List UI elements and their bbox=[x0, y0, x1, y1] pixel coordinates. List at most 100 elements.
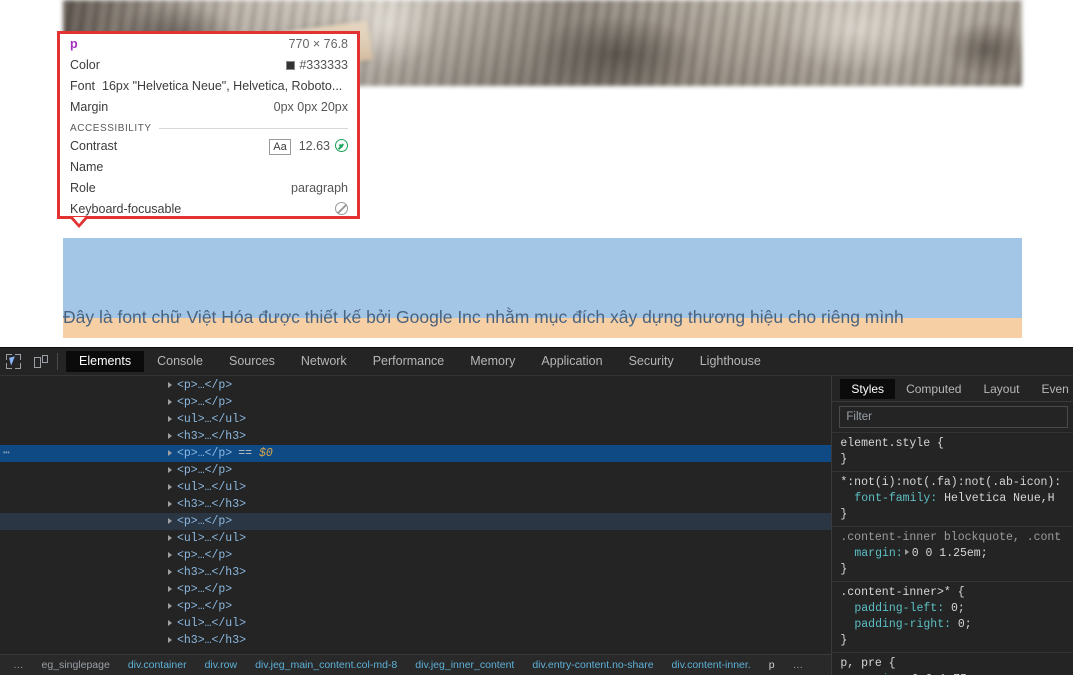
breadcrumb-item[interactable]: … bbox=[4, 659, 33, 671]
expand-triangle-icon[interactable] bbox=[168, 501, 172, 507]
expand-triangle-icon[interactable] bbox=[168, 603, 172, 609]
tab-application[interactable]: Application bbox=[528, 351, 615, 372]
devtools-body: <p>…</p> <p>…</p> <ul>…</ul> <h3>…</h3> ⋯ <p>… bbox=[0, 376, 1073, 675]
expand-triangle-icon[interactable] bbox=[168, 382, 172, 388]
tooltip-keyboard-row: Keyboard-focusable bbox=[60, 199, 357, 220]
expand-triangle-icon[interactable] bbox=[168, 416, 172, 422]
contrast-ratio: 12.63 bbox=[298, 139, 330, 153]
tooltip-margin-row: Margin 0px 0px 20px bbox=[60, 97, 357, 118]
dom-tree-row[interactable]: <h3>…</h3> bbox=[0, 428, 831, 445]
dom-tree-row[interactable]: ⋯ <p>…</p> == $0 bbox=[0, 445, 832, 462]
tooltip-color-row: Color #333333 bbox=[60, 55, 357, 76]
inspect-element-button[interactable] bbox=[0, 349, 27, 375]
declaration-property: padding-left: bbox=[854, 602, 945, 615]
tab-memory[interactable]: Memory bbox=[457, 351, 528, 372]
style-declaration[interactable]: margin: 0 0 1.25em; bbox=[840, 546, 1073, 562]
style-declaration[interactable]: padding-right: 0; bbox=[840, 617, 1073, 633]
dom-tree-row[interactable]: <ul>…</ul> bbox=[0, 530, 831, 547]
dom-tree-row[interactable]: <ul>…</ul> bbox=[0, 615, 831, 632]
style-rule-close-brace: } bbox=[840, 508, 848, 521]
dom-tree-row[interactable]: <p>…</p> bbox=[0, 394, 831, 411]
tab-styles[interactable]: Styles bbox=[840, 378, 896, 399]
toolbar-divider bbox=[57, 353, 58, 370]
tab-sources[interactable]: Sources bbox=[216, 351, 288, 372]
tab-network[interactable]: Network bbox=[288, 351, 360, 372]
expand-shorthand-icon[interactable] bbox=[904, 549, 909, 555]
breadcrumb-item[interactable]: div.entry-content.no-share bbox=[523, 659, 662, 671]
style-rule-selector: *:not(i):not(.fa):not(.ab-icon): bbox=[840, 476, 1062, 489]
tab-lighthouse[interactable]: Lighthouse bbox=[687, 351, 774, 372]
style-rule-block[interactable]: p, pre {margin:0 0 1.75em;text-rendering… bbox=[832, 652, 1073, 675]
breadcrumb-item[interactable]: div.jeg_main_content.col-md-8 bbox=[246, 659, 406, 671]
contrast-value-wrap: Aa 12.63 bbox=[269, 137, 348, 156]
not-allowed-icon bbox=[335, 202, 348, 215]
style-rule-block[interactable]: .content-inner blockquote, .cont margin: 0… bbox=[832, 526, 1073, 581]
expand-triangle-icon[interactable] bbox=[168, 518, 172, 524]
style-rule-block[interactable]: .content-inner>* {padding-left: 0; paddin… bbox=[832, 581, 1073, 652]
dom-tree-row[interactable]: <ul>…</ul> bbox=[0, 411, 831, 428]
dom-tree-row[interactable]: <h3>…</h3> bbox=[0, 496, 831, 513]
highlighted-paragraph-line: Đây là font chữ Việt Hóa được thiết kế b… bbox=[63, 307, 904, 327]
expand-triangle-icon[interactable] bbox=[168, 637, 172, 643]
declaration-value: 0; bbox=[951, 602, 965, 615]
dom-tree-row[interactable]: <h3>…</h3> bbox=[0, 632, 831, 649]
breadcrumb-item[interactable]: … bbox=[784, 659, 813, 671]
tab-event-listeners[interactable]: Even bbox=[1030, 379, 1073, 399]
breadcrumb-item[interactable]: div.row bbox=[196, 659, 246, 671]
breadcrumb-item[interactable]: div.jeg_inner_content bbox=[406, 659, 523, 671]
expand-triangle-icon[interactable] bbox=[168, 467, 172, 473]
dom-tree-row[interactable]: <p>…</p> bbox=[0, 513, 832, 530]
dom-node-tag: <p>…</p> bbox=[177, 600, 233, 613]
expand-triangle-icon[interactable] bbox=[168, 552, 172, 558]
dom-node-tag: <p>…</p> bbox=[177, 515, 233, 528]
tab-performance[interactable]: Performance bbox=[360, 351, 458, 372]
divider bbox=[158, 128, 348, 129]
tab-security[interactable]: Security bbox=[616, 351, 687, 372]
device-toolbar-button[interactable] bbox=[27, 349, 54, 375]
contrast-label: Contrast bbox=[70, 139, 118, 153]
dom-tree-row[interactable]: <p>…</p> bbox=[0, 377, 831, 394]
dom-tree-row[interactable]: <p>…</p> bbox=[0, 598, 831, 615]
expand-triangle-icon[interactable] bbox=[168, 569, 172, 575]
tab-layout[interactable]: Layout bbox=[972, 379, 1030, 399]
keyboard-focusable-value bbox=[335, 200, 348, 219]
row-overflow-ellipsis: ⋯ bbox=[3, 447, 11, 460]
element-inspector-tooltip: p 770 × 76.8 Color #333333 Font 16px "He… bbox=[57, 31, 360, 219]
style-declaration[interactable]: padding-left: 0; bbox=[840, 601, 1073, 617]
style-rule-selector: .content-inner>* { bbox=[840, 586, 965, 599]
declaration-property: margin: bbox=[854, 547, 903, 560]
dom-tree-row[interactable]: <p>…</p> bbox=[0, 462, 831, 479]
tab-console[interactable]: Console bbox=[144, 351, 216, 372]
tooltip-font-value: 16px "Helvetica Neue", Helvetica, Roboto… bbox=[102, 79, 343, 93]
expand-triangle-icon[interactable] bbox=[168, 535, 172, 541]
tab-elements[interactable]: Elements bbox=[66, 351, 145, 372]
accessibility-section-label: ACCESSIBILITY bbox=[70, 123, 152, 134]
expand-triangle-icon[interactable] bbox=[168, 620, 172, 626]
dom-tree-list[interactable]: <p>…</p> <p>…</p> <ul>…</ul> <h3>…</h3> ⋯ <p>… bbox=[0, 376, 832, 654]
tooltip-contrast-row: Contrast Aa 12.63 bbox=[60, 136, 357, 157]
dom-tree-row[interactable]: <p>…</p> bbox=[0, 547, 831, 564]
expand-triangle-icon[interactable] bbox=[168, 586, 172, 592]
expand-triangle-icon[interactable] bbox=[168, 450, 172, 456]
breadcrumb-item[interactable]: p bbox=[760, 659, 784, 671]
breadcrumb[interactable]: … eg_singlepage div.container div.row div.je… bbox=[0, 654, 832, 675]
style-declaration[interactable]: font-family: Helvetica Neue,H bbox=[840, 491, 1073, 507]
expand-triangle-icon[interactable] bbox=[168, 484, 172, 490]
expand-triangle-icon[interactable] bbox=[168, 399, 172, 405]
tab-computed[interactable]: Computed bbox=[895, 379, 972, 399]
devtools-toolbar: Elements Console Sources Network Perform… bbox=[0, 348, 1073, 376]
styles-rules-list[interactable]: element.style {} *:not(i):not(.fa):not(.a… bbox=[832, 432, 1073, 675]
styles-filter-input[interactable]: Filter bbox=[839, 406, 1068, 428]
browser-page-viewport: C Downtown tại đây. Đây là font chữ Việt… bbox=[0, 0, 1073, 347]
expand-triangle-icon[interactable] bbox=[168, 433, 172, 439]
dom-tree-row[interactable]: <ul>…</ul> bbox=[0, 479, 831, 496]
style-rule-block[interactable]: *:not(i):not(.fa):not(.ab-icon): font-fam… bbox=[832, 471, 1073, 526]
style-rule-block[interactable]: element.style {} bbox=[832, 432, 1073, 471]
breadcrumb-item[interactable]: div.container bbox=[119, 659, 196, 671]
dom-tree-row[interactable]: <h3>…</h3> bbox=[0, 564, 831, 581]
breadcrumb-item[interactable]: div.content-inner. bbox=[663, 659, 760, 671]
dom-tree-row[interactable]: <p>…</p> bbox=[0, 581, 831, 598]
highlighted-paragraph: Đây là font chữ Việt Hóa được thiết kế b… bbox=[63, 234, 1022, 347]
breadcrumb-item[interactable]: eg_singlepage bbox=[33, 659, 119, 671]
name-label: Name bbox=[70, 160, 104, 174]
